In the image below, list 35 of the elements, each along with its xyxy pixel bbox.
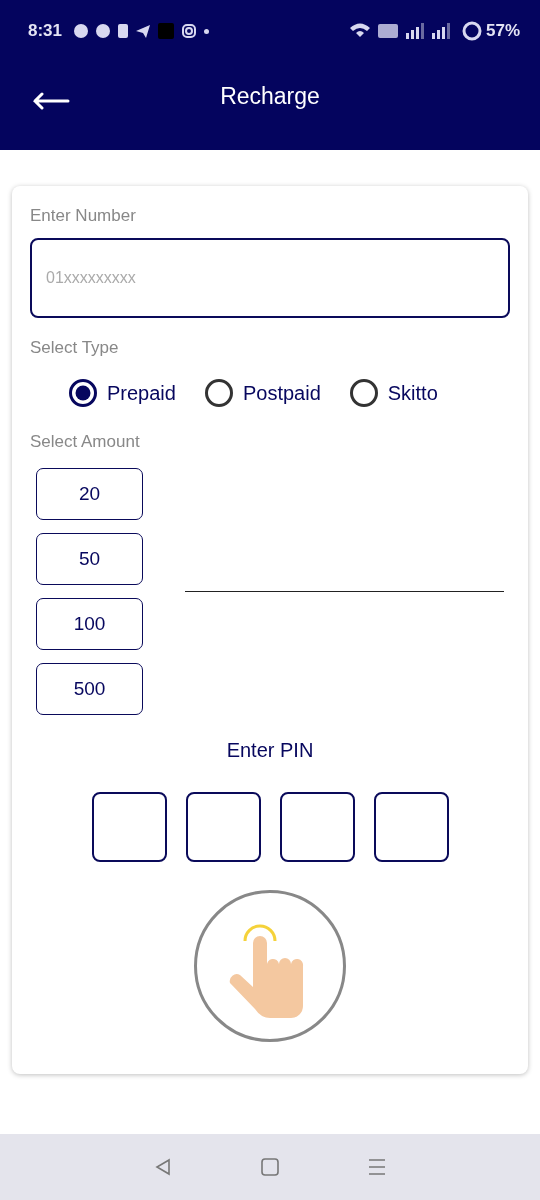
amount-button[interactable]: 500	[36, 663, 143, 715]
home-nav-icon[interactable]	[260, 1157, 280, 1177]
pin-field[interactable]	[279, 792, 355, 862]
battery-percent: 57%	[485, 21, 520, 41]
radio-button[interactable]	[203, 378, 234, 408]
field-label: Select Type	[30, 338, 119, 358]
amount-button[interactable]: 100	[36, 598, 143, 650]
pin-label: Enter PIN	[226, 739, 314, 762]
signal-icon	[405, 23, 424, 39]
signal-icon	[431, 23, 450, 39]
field-label: Enter Number	[30, 206, 136, 226]
chat-bubble-icon	[74, 24, 89, 38]
radio-label: Prepaid	[107, 381, 176, 405]
page-title: Recharge	[220, 82, 320, 110]
radio-button[interactable]	[68, 378, 98, 408]
status-time: 8:31	[28, 21, 63, 41]
chat-bubble-icon	[96, 24, 111, 38]
camera-icon	[182, 24, 197, 38]
amount-button[interactable]: 20	[36, 468, 143, 520]
app-notification-icon	[158, 23, 175, 39]
radio-label: Postpaid	[242, 381, 321, 405]
back-icon[interactable]	[32, 92, 70, 110]
pin-field[interactable]	[91, 792, 167, 862]
radio-label: Skitto	[387, 381, 438, 405]
field-label: Select Amount	[30, 432, 140, 452]
pin-field[interactable]	[373, 792, 449, 862]
amount-button[interactable]: 50	[36, 533, 143, 585]
dot-icon	[204, 28, 210, 34]
radio-button[interactable]	[348, 378, 379, 408]
paper-plane-icon	[136, 24, 151, 38]
wifi-icon	[349, 23, 370, 39]
app-notification-icon	[118, 24, 129, 38]
battery-icon	[461, 21, 482, 41]
pin-field[interactable]	[185, 792, 261, 862]
number-field[interactable]: 01xxxxxxxxx	[30, 238, 510, 318]
